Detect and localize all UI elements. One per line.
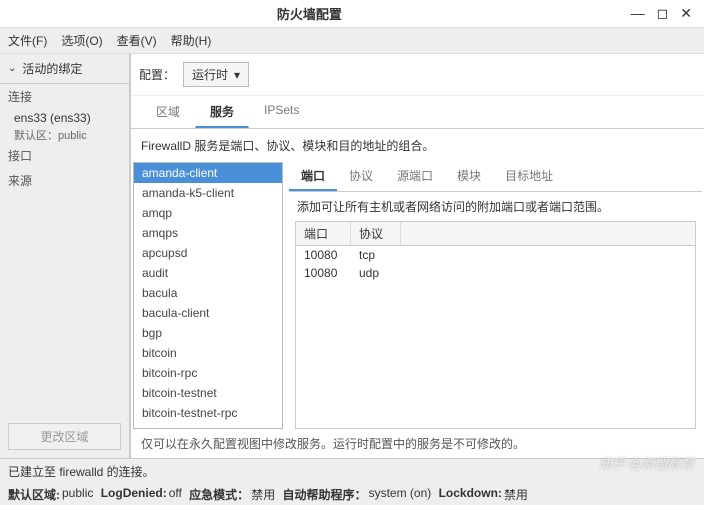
services-description: FirewallD 服务是端口、协议、模块和目的地址的组合。 [131,129,704,162]
tab-ipsets[interactable]: IPSets [249,96,314,128]
tab-protocols[interactable]: 协议 [337,162,385,191]
sidebar-connection-item[interactable]: ens33 (ens33) [0,109,129,127]
tab-ports[interactable]: 端口 [289,162,337,191]
service-item[interactable]: bitcoin-testnet [134,383,282,403]
sidebar-connection-zone: 默认区：public [0,127,129,143]
minimize-icon[interactable]: — [631,5,645,22]
sidebar-sources-label: 来源 [0,168,129,193]
status-details: 默认区域:public LogDenied:off 应急模式：禁用 自动帮助程序… [0,484,704,505]
config-dropdown[interactable]: 运行时 ▾ [183,62,249,87]
footnote: 仅可以在永久配置视图中修改服务。运行时配置中的服务是不可修改的。 [131,429,704,458]
tab-modules[interactable]: 模块 [445,162,493,191]
menubar: 文件(F) 选项(O) 查看(V) 帮助(H) [0,28,704,54]
service-item[interactable]: amanda-client [134,163,282,183]
maximize-icon[interactable]: ◻ [657,5,669,22]
table-row[interactable]: 10080tcp [296,246,695,264]
detail-tabs: 端口 协议 源端口 模块 目标地址 [289,162,702,192]
tab-source-ports[interactable]: 源端口 [385,162,445,191]
ports-table: 端口 协议 10080tcp10080udp [295,221,696,429]
close-icon[interactable]: ✕ [680,5,692,22]
menu-file[interactable]: 文件(F) [8,32,47,49]
menu-view[interactable]: 查看(V) [117,32,157,49]
col-protocol[interactable]: 协议 [351,222,401,245]
service-item[interactable]: apcupsd [134,243,282,263]
change-zone-button[interactable]: 更改区域 [8,423,121,450]
service-item[interactable]: amanda-k5-client [134,183,282,203]
sidebar-connections-label: 连接 [0,84,129,109]
service-item[interactable]: bacula [134,283,282,303]
main-tabs: 区域 服务 IPSets [131,96,704,129]
ports-description: 添加可让所有主机或者网络访问的附加端口或者端口范围。 [289,192,702,221]
service-item[interactable]: amqp [134,203,282,223]
dropdown-arrow-icon: ▾ [234,68,240,82]
tab-zones[interactable]: 区域 [141,96,195,128]
sidebar-header: 活动的绑定 [22,60,82,77]
sidebar-interfaces-label: 接口 [0,143,129,168]
service-item[interactable]: bitcoin [134,343,282,363]
sidebar: ⌄ 活动的绑定 连接 ens33 (ens33) 默认区：public 接口 来… [0,54,130,458]
status-connection: 已建立至 firewalld 的连接。 [0,458,704,484]
menu-help[interactable]: 帮助(H) [171,32,212,49]
tab-dest-addr[interactable]: 目标地址 [493,162,565,191]
service-item[interactable]: bacula-client [134,303,282,323]
service-item[interactable]: amqps [134,223,282,243]
service-item[interactable]: bitcoin-testnet-rpc [134,403,282,423]
col-port[interactable]: 端口 [296,222,351,245]
service-item[interactable]: audit [134,263,282,283]
config-label: 配置： [139,66,175,83]
window-title: 防火墙配置 [0,4,619,23]
menu-options[interactable]: 选项(O) [61,32,102,49]
chevron-down-icon[interactable]: ⌄ [8,63,16,74]
table-row[interactable]: 10080udp [296,264,695,282]
tab-services[interactable]: 服务 [195,96,249,128]
service-item[interactable]: bitcoin-rpc [134,363,282,383]
service-list[interactable]: amanda-clientamanda-k5-clientamqpamqpsap… [133,162,283,429]
service-item[interactable]: bgp [134,323,282,343]
